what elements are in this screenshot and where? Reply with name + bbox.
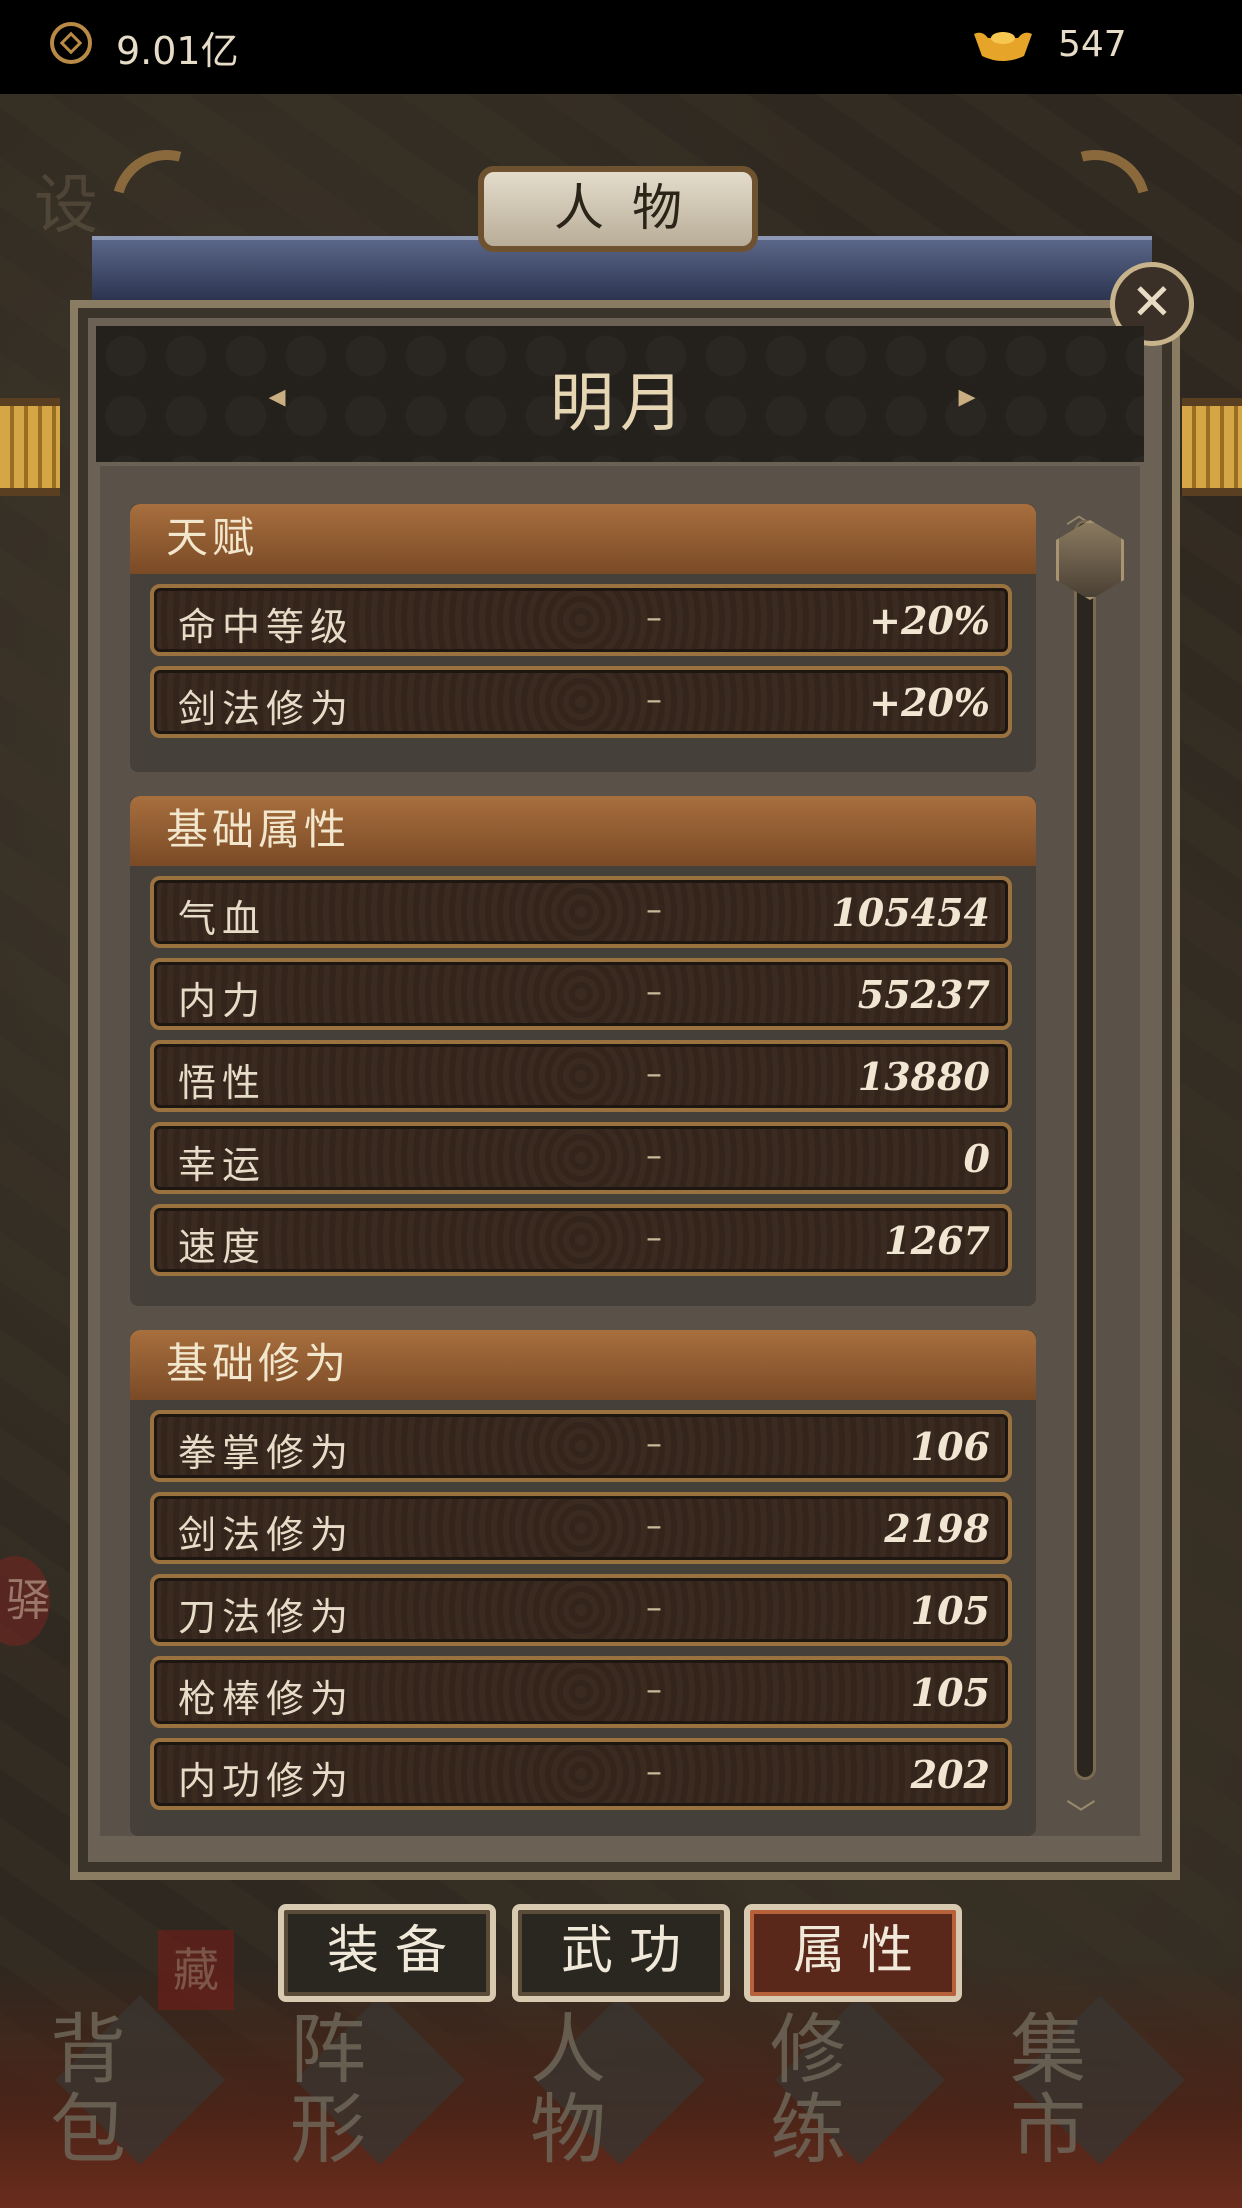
stat-label: 枪棒修为 bbox=[178, 1677, 355, 1721]
stat-label: 剑法修为 bbox=[178, 1513, 355, 1557]
stat-row: 气血 – 105454 bbox=[150, 876, 1012, 948]
nav-label: 人物 bbox=[530, 2005, 636, 2174]
stat-row: 剑法修为 – 2198 bbox=[150, 1492, 1012, 1564]
stat-separator: – bbox=[646, 1218, 662, 1256]
scroll-down-icon[interactable]: ﹀ bbox=[1066, 1790, 1096, 1834]
stat-row: 悟性 – 13880 bbox=[150, 1040, 1012, 1112]
background-mark-she: 设 bbox=[34, 169, 98, 243]
stat-separator: – bbox=[646, 1588, 662, 1626]
stat-separator: – bbox=[646, 972, 662, 1010]
stat-row: 内力 – 55237 bbox=[150, 958, 1012, 1030]
side-seal: 驿 bbox=[0, 1556, 50, 1646]
nav-label: 集市 bbox=[1010, 2005, 1116, 2174]
next-character-button[interactable]: ▸ bbox=[944, 378, 990, 414]
stat-separator: – bbox=[646, 680, 662, 718]
nav-label: 修练 bbox=[770, 2005, 876, 2174]
stat-value: 13880 bbox=[857, 1054, 990, 1099]
stat-value: 202 bbox=[910, 1752, 990, 1797]
nav-item-training[interactable]: 修练 bbox=[760, 1990, 960, 2180]
panel-title: 人物 bbox=[478, 166, 758, 252]
gold-ingot-icon bbox=[974, 32, 1032, 61]
stat-value: 105 bbox=[910, 1670, 990, 1715]
nav-item-market[interactable]: 集市 bbox=[1000, 1990, 1200, 2180]
stat-label: 悟性 bbox=[178, 1061, 267, 1105]
stat-row: 命中等级 – +20% bbox=[150, 584, 1012, 656]
stat-value: 1267 bbox=[884, 1218, 990, 1263]
section-talent: 天赋 命中等级 – +20% 剑法修为 – +20% bbox=[130, 504, 1036, 772]
stat-value: 106 bbox=[910, 1424, 990, 1469]
scrollbar-track[interactable] bbox=[1074, 520, 1096, 1780]
stat-label: 速度 bbox=[178, 1225, 267, 1269]
stat-row: 剑法修为 – +20% bbox=[150, 666, 1012, 738]
nav-item-formation[interactable]: 阵形 bbox=[280, 1990, 480, 2180]
nav-label: 阵形 bbox=[290, 2005, 396, 2174]
tab-attributes[interactable]: 属性 bbox=[744, 1904, 962, 2002]
stat-value: 105454 bbox=[831, 890, 990, 935]
section-title: 天赋 bbox=[130, 504, 1036, 574]
stat-value: 105 bbox=[910, 1588, 990, 1633]
stat-label: 刀法修为 bbox=[178, 1595, 355, 1639]
stat-row: 内功修为 – 202 bbox=[150, 1738, 1012, 1810]
stat-label: 内功修为 bbox=[178, 1759, 355, 1803]
close-icon: ✕ bbox=[1131, 273, 1173, 331]
stat-row: 幸运 – 0 bbox=[150, 1122, 1012, 1194]
stat-separator: – bbox=[646, 598, 662, 636]
status-bar: 9.01亿 547 bbox=[0, 0, 1242, 94]
stat-separator: – bbox=[646, 1054, 662, 1092]
stat-value: +20% bbox=[869, 680, 990, 725]
stat-label: 幸运 bbox=[178, 1143, 267, 1187]
stat-separator: – bbox=[646, 890, 662, 928]
nav-label: 背包 bbox=[50, 2005, 156, 2174]
stat-label: 内力 bbox=[178, 979, 267, 1023]
stat-value: 2198 bbox=[884, 1506, 990, 1551]
coin-value: 9.01亿 bbox=[116, 29, 239, 73]
character-name: 明月 bbox=[550, 367, 690, 441]
stat-row: 拳掌修为 – 106 bbox=[150, 1410, 1012, 1482]
stat-separator: – bbox=[646, 1506, 662, 1544]
section-base-cultivation: 基础修为 拳掌修为 – 106 剑法修为 – 2198 刀法修为 – 105 枪… bbox=[130, 1330, 1036, 1836]
tab-equipment[interactable]: 装备 bbox=[278, 1904, 496, 2002]
section-title: 基础属性 bbox=[130, 796, 1036, 866]
prev-character-button[interactable]: ◂ bbox=[254, 378, 300, 414]
ingot-value: 547 bbox=[1058, 24, 1127, 65]
arrow-right-icon: ▸ bbox=[958, 376, 976, 416]
stat-row: 刀法修为 – 105 bbox=[150, 1574, 1012, 1646]
tab-martial-arts[interactable]: 武功 bbox=[512, 1904, 730, 2002]
lantern-right bbox=[1182, 398, 1242, 496]
stat-separator: – bbox=[646, 1424, 662, 1462]
stat-label: 命中等级 bbox=[178, 605, 355, 649]
stat-value: +20% bbox=[869, 598, 990, 643]
nav-item-character[interactable]: 人物 bbox=[520, 1990, 720, 2180]
lantern-left bbox=[0, 398, 60, 496]
section-title: 基础修为 bbox=[130, 1330, 1036, 1400]
coin-icon bbox=[50, 22, 92, 64]
stat-label: 剑法修为 bbox=[178, 687, 355, 731]
stat-label: 气血 bbox=[178, 897, 267, 941]
stat-row: 枪棒修为 – 105 bbox=[150, 1656, 1012, 1728]
stat-separator: – bbox=[646, 1752, 662, 1790]
stat-separator: – bbox=[646, 1670, 662, 1708]
stat-separator: – bbox=[646, 1136, 662, 1174]
stat-value: 55237 bbox=[857, 972, 990, 1017]
stat-row: 速度 – 1267 bbox=[150, 1204, 1012, 1276]
stat-value: 0 bbox=[963, 1136, 990, 1181]
section-base-attributes: 基础属性 气血 – 105454 内力 – 55237 悟性 – 13880 幸… bbox=[130, 796, 1036, 1306]
stat-label: 拳掌修为 bbox=[178, 1431, 355, 1475]
arrow-left-icon: ◂ bbox=[268, 376, 286, 416]
nav-item-backpack[interactable]: 背包 bbox=[40, 1990, 240, 2180]
